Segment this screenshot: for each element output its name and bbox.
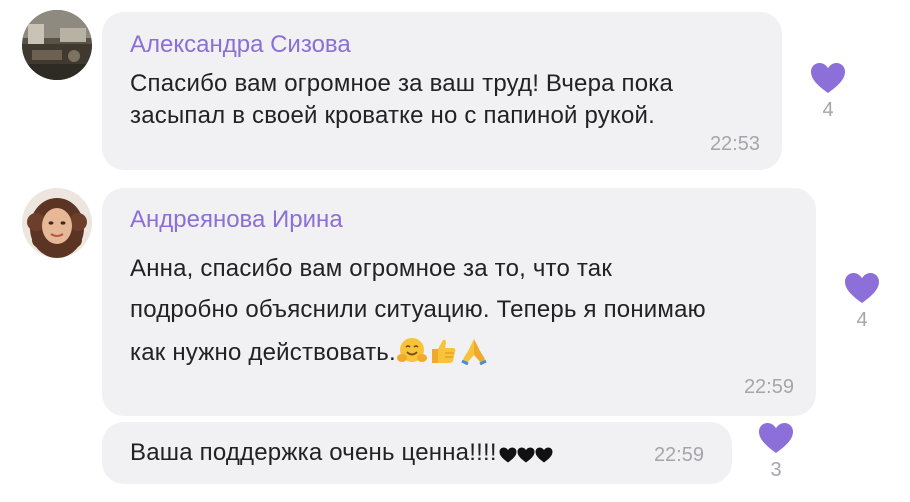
- folded-hands-icon: [459, 337, 489, 372]
- comment-bubble: Ваша поддержка очень ценна!!!! 22:59: [102, 422, 732, 484]
- reaction-count: 4: [822, 99, 834, 121]
- hugging-face-icon: [396, 337, 427, 372]
- heart-icon: [811, 63, 845, 93]
- comment-timestamp: 22:59: [653, 444, 704, 466]
- heart-icon: [845, 273, 879, 303]
- like-reaction[interactable]: 4: [832, 272, 892, 332]
- reaction-count: 3: [770, 459, 782, 481]
- comment-text-line: Спасибо вам огромное за ваш труд! Вчера …: [130, 70, 674, 97]
- comment-text-line: подробно объяснили ситуацию. Теперь я по…: [130, 296, 706, 323]
- comment-text-line: Анна, спасибо вам огромное за то, что та…: [130, 255, 613, 282]
- reaction-count: 4: [856, 309, 868, 331]
- black-heart-icon: [499, 447, 517, 463]
- comment-text-line: Ваша поддержка очень ценна!!!!: [130, 439, 553, 470]
- like-reaction[interactable]: 3: [746, 422, 806, 482]
- comment-author[interactable]: Александра Сизова: [130, 31, 351, 59]
- comment-bubble: Андреянова Ирина Анна, спасибо вам огром…: [102, 188, 816, 416]
- comment-text-line: засыпал в своей кроватке но с папиной ру…: [130, 102, 655, 129]
- comment-text: Ваша поддержка очень ценна!!!!: [130, 439, 497, 466]
- avatar[interactable]: [22, 188, 92, 258]
- avatar-photo: [22, 188, 92, 258]
- comment-author[interactable]: Андреянова Ирина: [130, 206, 343, 234]
- comment-timestamp: 22:53: [709, 133, 760, 155]
- black-heart-icon: [517, 447, 535, 463]
- heart-icon: [759, 423, 793, 453]
- comment-text-line-with-emoji: как нужно действовать.: [130, 337, 489, 372]
- avatar-photo: [22, 10, 92, 80]
- comment-text: как нужно действовать.: [130, 339, 396, 366]
- like-reaction[interactable]: 4: [798, 62, 858, 122]
- thumbs-up-icon: [428, 337, 458, 372]
- avatar[interactable]: [22, 10, 92, 80]
- comment-timestamp: 22:59: [743, 376, 794, 398]
- black-heart-icon: [535, 447, 553, 463]
- comment-bubble: Александра Сизова Спасибо вам огромное з…: [102, 12, 782, 170]
